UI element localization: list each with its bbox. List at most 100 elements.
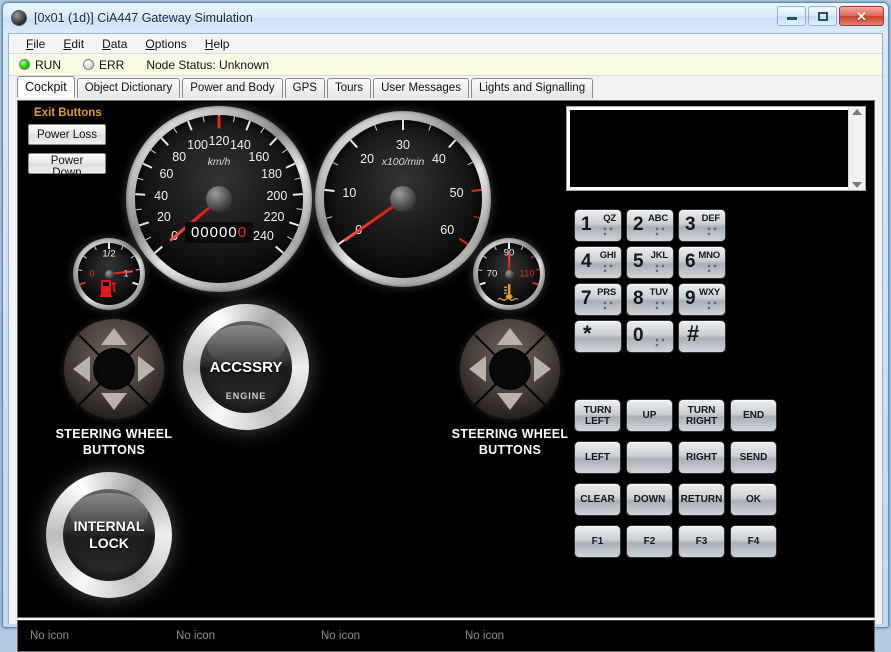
maximize-icon bbox=[817, 11, 828, 21]
menu-options[interactable]: Options bbox=[136, 35, 195, 53]
keypad-key-8[interactable]: 8 TUV bbox=[626, 283, 674, 316]
gauge-major-tick bbox=[138, 221, 150, 227]
power-loss-button[interactable]: Power Loss bbox=[28, 124, 106, 145]
tab-lights-and-signalling[interactable]: Lights and Signalling bbox=[470, 78, 594, 98]
gauge-tick-label: 60 bbox=[440, 222, 455, 237]
keypad-key-1[interactable]: 1 QZ bbox=[574, 209, 622, 242]
function-key-clear[interactable]: CLEAR bbox=[574, 483, 621, 516]
down-arrow-icon[interactable] bbox=[101, 393, 127, 410]
exit-buttons-group: Exit Buttons Power Loss Power Down bbox=[28, 107, 138, 182]
keypad-key-hash[interactable]: # bbox=[678, 320, 726, 353]
window-controls: ✕ bbox=[777, 6, 884, 26]
menu-file[interactable]: File bbox=[17, 35, 54, 53]
node-status-text: Node Status: Unknown bbox=[146, 57, 270, 72]
keypad-key-3[interactable]: 3 DEF bbox=[678, 209, 726, 242]
gauge-tick-label: 180 bbox=[261, 167, 282, 182]
function-key-label: RIGHT bbox=[685, 452, 718, 463]
right-arrow-icon[interactable] bbox=[534, 356, 551, 382]
keypad-key-0[interactable]: 0 bbox=[626, 320, 674, 353]
tab-power-and-body[interactable]: Power and Body bbox=[182, 78, 283, 98]
keypad-key-6[interactable]: 6 MNO bbox=[678, 246, 726, 279]
scroll-up-icon[interactable] bbox=[852, 109, 862, 115]
engine-accessory-button[interactable]: ACCSSRY ENGINE bbox=[183, 304, 309, 430]
menu-help[interactable]: Help bbox=[196, 35, 239, 53]
gauge-tick-label: 100 bbox=[187, 138, 209, 153]
steering-dpad-left[interactable] bbox=[64, 319, 164, 419]
message-display-text[interactable] bbox=[570, 110, 848, 187]
function-key-blank-5[interactable] bbox=[626, 441, 673, 474]
function-key-end[interactable]: END bbox=[730, 399, 777, 432]
function-key-turn-left[interactable]: TURN LEFT bbox=[574, 399, 621, 432]
function-key-turn-right[interactable]: TURN RIGHT bbox=[678, 399, 725, 432]
function-key-ok[interactable]: OK bbox=[730, 483, 777, 516]
tab-user-messages[interactable]: User Messages bbox=[373, 78, 469, 98]
fuel-gauge-hub bbox=[104, 269, 114, 279]
keypad-key-star[interactable]: * bbox=[574, 320, 622, 353]
function-key-f4[interactable]: F4 bbox=[730, 525, 777, 558]
gauge-tick bbox=[479, 281, 486, 286]
gauge-minor-tick bbox=[150, 149, 157, 154]
gauge-tick-label: 20 bbox=[156, 210, 171, 225]
maximize-button[interactable] bbox=[808, 6, 837, 26]
tab-cockpit[interactable]: Cockpit bbox=[17, 76, 75, 98]
function-key-label: END bbox=[742, 410, 765, 421]
tab-gps[interactable]: GPS bbox=[284, 78, 325, 98]
braille-dots-icon bbox=[603, 264, 614, 273]
minimize-button[interactable] bbox=[777, 6, 806, 26]
left-arrow-icon[interactable] bbox=[469, 356, 486, 382]
function-key-send[interactable]: SEND bbox=[730, 441, 777, 474]
gauge-tick-label: 20 bbox=[360, 151, 375, 166]
left-arrow-icon[interactable] bbox=[73, 356, 90, 382]
keypad-digit: * bbox=[583, 321, 592, 346]
gauge-major-tick bbox=[292, 193, 303, 196]
tab-tours[interactable]: Tours bbox=[326, 78, 372, 98]
menu-data[interactable]: Data bbox=[93, 35, 136, 53]
gauge-minor-tick bbox=[296, 208, 303, 211]
keypad-key-4[interactable]: 4 GHI bbox=[574, 246, 622, 279]
function-key-right[interactable]: RIGHT bbox=[678, 441, 725, 474]
gauge-major-tick bbox=[458, 237, 469, 246]
keypad-key-9[interactable]: 9 WXY bbox=[678, 283, 726, 316]
fuel-gauge: 0 1/2 1 bbox=[73, 238, 145, 310]
tachometer-gauge: 0102030405060 x100/min bbox=[315, 111, 491, 287]
run-led-icon bbox=[19, 59, 30, 70]
app-globe-icon bbox=[11, 10, 27, 26]
function-key-return[interactable]: RETURN bbox=[678, 483, 725, 516]
icon-status-bar: No icon No icon No icon No icon bbox=[17, 620, 875, 652]
function-key-left[interactable]: LEFT bbox=[574, 441, 621, 474]
up-arrow-icon[interactable] bbox=[497, 328, 523, 345]
application-window: [0x01 (1d)] CiA447 Gateway Simulation ✕ … bbox=[2, 2, 889, 652]
keypad-digit: # bbox=[687, 321, 700, 346]
keypad-letters: DEF bbox=[701, 213, 721, 224]
gauge-tick-label: 200 bbox=[266, 188, 288, 203]
close-button[interactable]: ✕ bbox=[839, 6, 884, 26]
keypad-letters: QZ bbox=[603, 213, 616, 224]
right-arrow-icon[interactable] bbox=[138, 356, 155, 382]
down-arrow-icon[interactable] bbox=[497, 393, 523, 410]
temperature-gauge-face: 70 90 110 bbox=[478, 243, 540, 305]
function-key-label: DOWN bbox=[633, 494, 666, 505]
cockpit-panel: Exit Buttons Power Loss Power Down 0 20 40… bbox=[17, 100, 875, 618]
function-key-f2[interactable]: F2 bbox=[626, 525, 673, 558]
steering-dpad-right[interactable] bbox=[460, 319, 560, 419]
tab-object-dictionary[interactable]: Object Dictionary bbox=[76, 78, 181, 98]
keypad-key-5[interactable]: 5 JKL bbox=[626, 246, 674, 279]
temperature-gauge: 70 90 110 bbox=[473, 238, 545, 310]
display-scrollbar[interactable] bbox=[848, 107, 865, 190]
scroll-down-icon[interactable] bbox=[852, 182, 862, 188]
function-key-f3[interactable]: F3 bbox=[678, 525, 725, 558]
function-key-label: SEND bbox=[739, 452, 768, 463]
gauge-tick-label: 40 bbox=[431, 151, 446, 166]
function-key-f1[interactable]: F1 bbox=[574, 525, 621, 558]
function-key-label: F2 bbox=[643, 536, 656, 547]
up-arrow-icon[interactable] bbox=[101, 328, 127, 345]
menu-edit[interactable]: Edit bbox=[54, 35, 93, 53]
odometer-red-digit: 0 bbox=[237, 224, 248, 241]
function-key-down[interactable]: DOWN bbox=[626, 483, 673, 516]
function-key-up[interactable]: UP bbox=[626, 399, 673, 432]
keypad-key-2[interactable]: 2 ABC bbox=[626, 209, 674, 242]
internal-lock-button[interactable]: INTERNAL LOCK bbox=[46, 472, 172, 598]
steering-wheel-buttons-right: STEERING WHEEL BUTTONS bbox=[450, 319, 570, 458]
power-down-button[interactable]: Power Down bbox=[28, 153, 106, 179]
keypad-key-7[interactable]: 7 PRS bbox=[574, 283, 622, 316]
